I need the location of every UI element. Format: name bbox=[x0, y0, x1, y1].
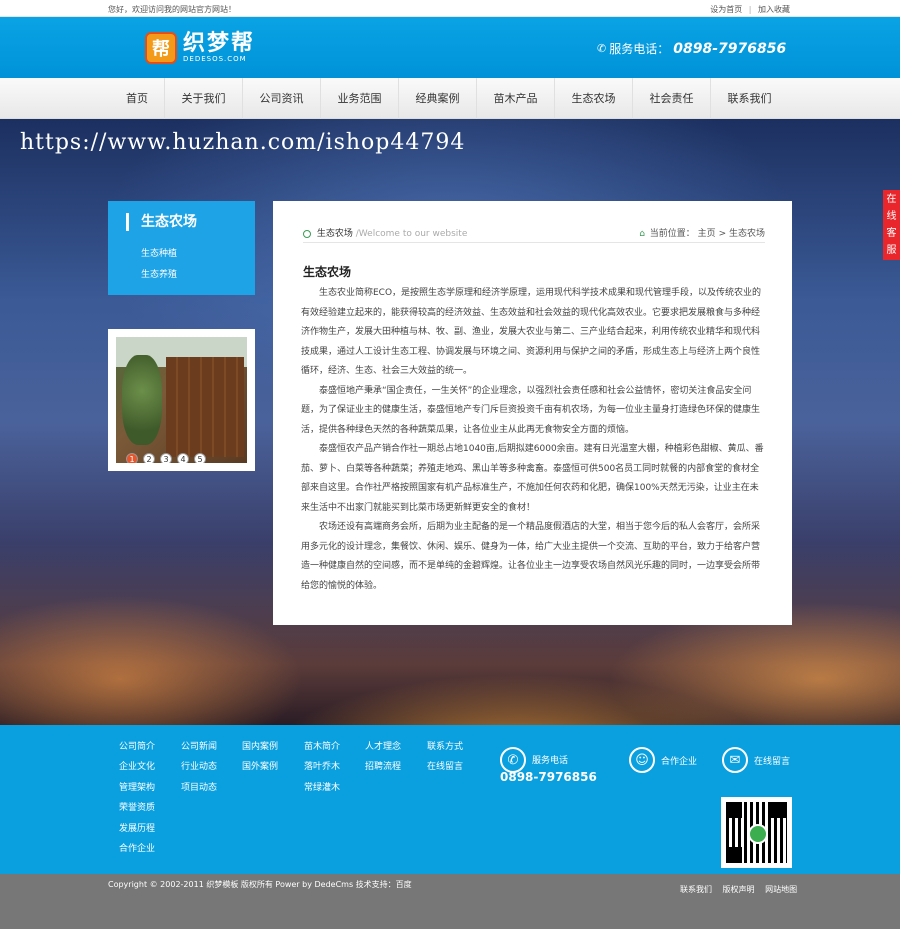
article-paragraph: 生态农业简称ECO，是按照生态学原理和经济学原理，运用现代科学技术成果和现代管理… bbox=[301, 288, 762, 376]
main-nav: 首页 关于我们 公司资讯 业务范围 经典案例 苗木产品 生态农场 社会责任 联系… bbox=[0, 78, 900, 119]
slide-image[interactable]: 1 2 3 4 5 bbox=[116, 337, 247, 463]
footer-link[interactable]: 常绿灌木 bbox=[304, 780, 340, 800]
footer-link[interactable]: 招聘流程 bbox=[365, 759, 401, 779]
breadcrumb-separator: > bbox=[718, 229, 727, 239]
nav-item-business[interactable]: 业务范围 bbox=[320, 78, 398, 119]
nav-item-farm[interactable]: 生态农场 bbox=[554, 78, 632, 119]
nav-item-cases[interactable]: 经典案例 bbox=[398, 78, 476, 119]
logo-domain: DEDESOS.COM bbox=[183, 54, 247, 63]
arrow-circle-icon bbox=[303, 229, 311, 238]
article-heading: 生态农场 bbox=[303, 265, 352, 279]
slider-dot-2[interactable]: 2 bbox=[143, 453, 155, 463]
slider-dot-5[interactable]: 5 bbox=[194, 453, 206, 463]
footer-link[interactable]: 企业文化 bbox=[119, 759, 155, 779]
copyright-text: Copyright © 2002-2011 织梦模板 版权所有 Power by… bbox=[108, 880, 412, 889]
footer-link[interactable]: 荣誉资质 bbox=[119, 800, 155, 820]
footer-col-cases: 国内案例 国外案例 bbox=[242, 739, 278, 780]
article-paragraph: 泰盛恒地产秉承“国企责任，一生关怀”的企业理念，以强烈社会责任感和社会公益情怀，… bbox=[301, 385, 761, 435]
footer-link[interactable]: 合作企业 bbox=[119, 841, 155, 861]
qr-code bbox=[721, 797, 792, 868]
sidebar-title: 生态农场 bbox=[126, 213, 197, 231]
footer-link[interactable]: 行业动态 bbox=[181, 759, 217, 779]
footer-link[interactable]: 在线留言 bbox=[427, 759, 463, 779]
nav-item-about[interactable]: 关于我们 bbox=[164, 78, 242, 119]
partner-label: 合作企业 bbox=[661, 756, 698, 767]
footer-link[interactable]: 项目动态 bbox=[181, 780, 217, 800]
home-icon: ⌂ bbox=[639, 229, 645, 239]
footer-link[interactable]: 发展历程 bbox=[119, 821, 155, 841]
logo-mark-icon: 帮 bbox=[145, 32, 177, 64]
footer-link[interactable]: 联系方式 bbox=[427, 739, 463, 759]
article-paragraph: 农场还设有高端商务会所，后期为业主配备的是一个精品度假酒店的大堂，相当于您今后的… bbox=[301, 522, 761, 591]
content-header: 生态农场 /Welcome to our website ⌂ 当前位置： 主页 … bbox=[303, 223, 765, 243]
top-bar: 您好，欢迎访问我的网站官方网站！ 设为首页 | 加入收藏 bbox=[0, 0, 900, 17]
slider-dot-4[interactable]: 4 bbox=[177, 453, 189, 463]
add-favorite-link[interactable]: 加入收藏 bbox=[758, 5, 790, 14]
copyright-links: 联系我们 版权声明 网站地图 bbox=[680, 884, 805, 895]
article-paragraph: 泰盛恒农产品产销合作社一期总占地1040亩,后期拟建6000余亩。建有日光温室大… bbox=[301, 444, 764, 513]
logo-name: 织梦帮 bbox=[183, 30, 256, 56]
breadcrumb: ⌂ 当前位置： 主页 > 生态农场 bbox=[639, 226, 765, 239]
footer-link[interactable]: 管理架构 bbox=[119, 780, 155, 800]
footer-link[interactable]: 人才理念 bbox=[365, 739, 401, 759]
footer-link[interactable]: 公司新闻 bbox=[181, 739, 217, 759]
site-logo[interactable]: 帮 织梦帮 DEDESOS.COM bbox=[145, 31, 255, 65]
footer-link[interactable]: 公司简介 bbox=[119, 739, 155, 759]
sidebar-item-planting[interactable]: 生态种植 bbox=[141, 246, 177, 259]
nav-item-products[interactable]: 苗木产品 bbox=[476, 78, 554, 119]
content-panel: 生态农场 /Welcome to our website ⌂ 当前位置： 主页 … bbox=[273, 201, 792, 625]
breadcrumb-home[interactable]: 主页 bbox=[698, 229, 716, 239]
sidebar-item-breeding[interactable]: 生态养殖 bbox=[141, 267, 177, 280]
online-chat-button[interactable]: 在线客服 bbox=[883, 190, 900, 260]
welcome-text: 您好，欢迎访问我的网站官方网站！ bbox=[108, 5, 236, 14]
footer-col-contact: 联系方式 在线留言 bbox=[427, 739, 463, 780]
message-icon: ✉ bbox=[722, 747, 748, 773]
top-links: 设为首页 | 加入收藏 bbox=[710, 4, 790, 15]
set-home-link[interactable]: 设为首页 bbox=[710, 5, 742, 14]
footer-link-copyright[interactable]: 版权声明 bbox=[723, 885, 755, 894]
breadcrumb-current[interactable]: 生态农场 bbox=[729, 229, 765, 239]
footer-partner[interactable]: ☺ 合作企业 bbox=[629, 747, 697, 773]
slider-dots: 1 2 3 4 5 bbox=[126, 453, 211, 463]
copyright-bar: Copyright © 2002-2011 织梦模板 版权所有 Power by… bbox=[0, 874, 900, 929]
section-subtitle: /Welcome to our website bbox=[355, 229, 468, 239]
nav-item-home[interactable]: 首页 bbox=[110, 78, 164, 119]
footer-col-jobs: 人才理念 招聘流程 bbox=[365, 739, 401, 780]
footer-link-contact[interactable]: 联系我们 bbox=[680, 885, 712, 894]
footer-col-products: 苗木简介 落叶乔木 常绿灌木 bbox=[304, 739, 340, 800]
phone-icon: ✆ bbox=[597, 42, 607, 55]
footer-col-news: 公司新闻 行业动态 项目动态 bbox=[181, 739, 217, 800]
footer-link[interactable]: 国外案例 bbox=[242, 759, 278, 779]
location-label: 当前位置： bbox=[649, 229, 695, 239]
footer-link-sitemap[interactable]: 网站地图 bbox=[765, 885, 797, 894]
top-link-separator: | bbox=[748, 5, 752, 14]
footer-link[interactable]: 落叶乔木 bbox=[304, 759, 340, 779]
nav-item-contact[interactable]: 联系我们 bbox=[710, 78, 788, 119]
slider-dot-1[interactable]: 1 bbox=[126, 453, 138, 463]
watermark-text: https://www.huzhan.com/ishop44794 bbox=[20, 130, 466, 155]
section-title: 生态农场 bbox=[316, 229, 353, 239]
footer: 公司简介 企业文化 管理架构 荣誉资质 发展历程 合作企业 公司新闻 行业动态 … bbox=[0, 725, 900, 874]
footer-col-about: 公司简介 企业文化 管理架构 荣誉资质 发展历程 合作企业 bbox=[119, 739, 155, 861]
nav-item-news[interactable]: 公司资讯 bbox=[242, 78, 320, 119]
footer-link[interactable]: 国内案例 bbox=[242, 739, 278, 759]
slider-dot-3[interactable]: 3 bbox=[160, 453, 172, 463]
sidebar-nav: 生态农场 生态种植 生态养殖 bbox=[108, 201, 255, 295]
message-label: 在线留言 bbox=[754, 756, 791, 767]
phone-label: 服务电话： bbox=[609, 42, 670, 56]
footer-link[interactable]: 苗木简介 bbox=[304, 739, 340, 759]
phone-number: 0898-7976856 bbox=[673, 40, 787, 57]
header: 帮 织梦帮 DEDESOS.COM ✆ 服务电话： 0898-7976856 bbox=[0, 17, 900, 78]
article-body: 生态农业简称ECO，是按照生态学原理和经济学原理，运用现代科学技术成果和现代管理… bbox=[301, 284, 766, 596]
service-number: 0898-7976856 bbox=[500, 770, 597, 784]
image-slider: 1 2 3 4 5 bbox=[108, 329, 255, 471]
nav-item-responsibility[interactable]: 社会责任 bbox=[632, 78, 710, 119]
service-label: 服务电话 bbox=[532, 756, 569, 766]
footer-service-phone: ✆ 服务电话 0898-7976856 bbox=[500, 747, 597, 784]
partner-icon: ☺ bbox=[629, 747, 655, 773]
footer-message[interactable]: ✉ 在线留言 bbox=[722, 747, 790, 773]
header-phone: ✆ 服务电话： 0898-7976856 bbox=[597, 40, 786, 57]
qr-code-icon bbox=[726, 802, 787, 863]
